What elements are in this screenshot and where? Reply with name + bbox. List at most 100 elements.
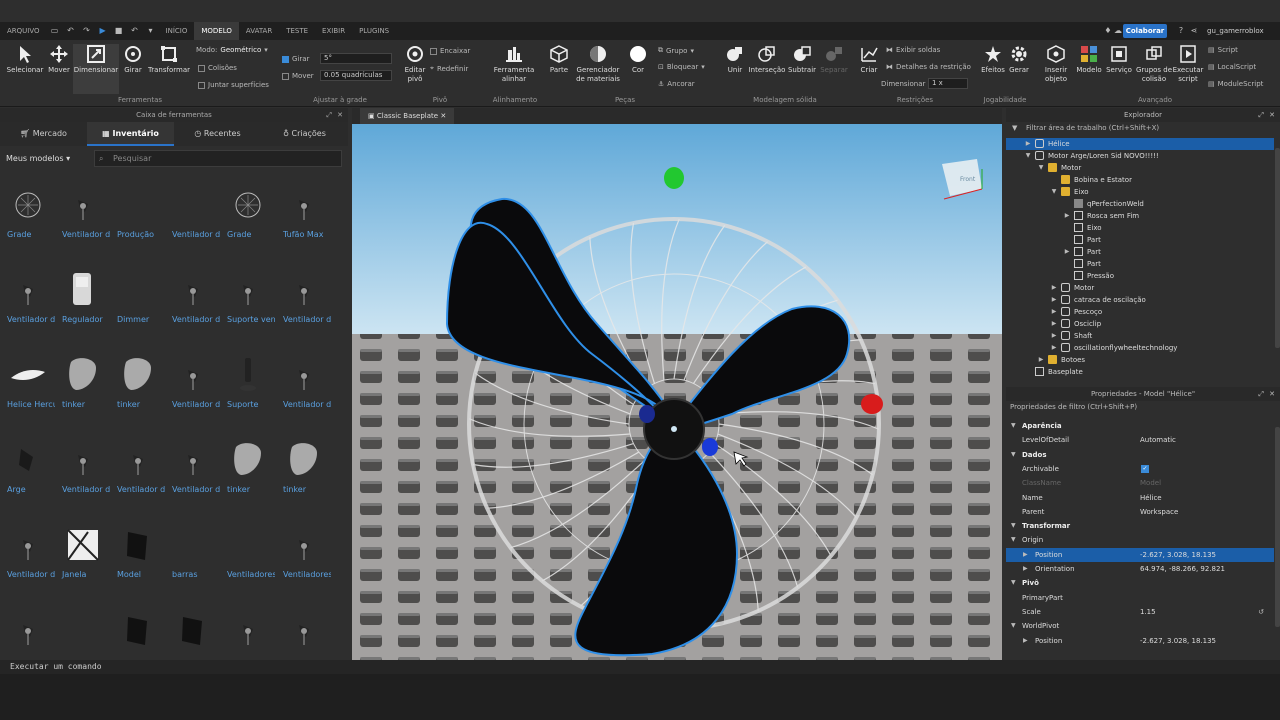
blue-axis-handle[interactable] xyxy=(702,438,718,456)
property-row[interactable]: ▶ Position -2.627, 3.028, 18.135 xyxy=(1006,547,1274,562)
toolbox-item[interactable]: Ventiladores de Parede-... xyxy=(276,518,331,603)
red-axis-handle[interactable] xyxy=(861,394,883,414)
lock-button[interactable]: ⊡ Bloquear ▾ xyxy=(658,63,705,71)
property-value[interactable]: 1.15 xyxy=(1140,605,1156,619)
command-bar[interactable]: Executar um comando xyxy=(0,660,1280,674)
close-icon[interactable]: ✕ xyxy=(337,108,343,122)
dock-icon[interactable]: ⤢ xyxy=(1258,108,1264,122)
toolbox-item[interactable]: Ventilador de Parede-... xyxy=(55,178,110,263)
explorer-row[interactable]: Bobina e Estator xyxy=(1006,174,1274,186)
show-welds-toggle[interactable]: ⧓ Exibir soldas xyxy=(886,46,940,54)
3d-viewport[interactable]: Front xyxy=(352,124,1002,660)
property-section[interactable]: ▼ Transformar xyxy=(1006,519,1274,533)
menu-teste[interactable]: TESTE xyxy=(279,22,315,40)
explorer-row[interactable]: ▶ Pescoço xyxy=(1006,306,1274,318)
explorer-filter-input[interactable]: ▼ Filtrar área de trabalho (Ctrl+Shift+X… xyxy=(1006,122,1280,135)
rotate-button[interactable]: Girar xyxy=(120,44,146,75)
material-manager-button[interactable]: Gerenciador de materiais xyxy=(572,44,624,84)
green-axis-handle[interactable] xyxy=(664,167,684,189)
toolbox-item[interactable]: Arge xyxy=(0,433,55,518)
explorer-row[interactable]: ▼ Eixo xyxy=(1006,186,1274,198)
pivot-reset-button[interactable]: ⌖ Redefinir xyxy=(430,64,468,73)
category-select[interactable]: Meus modelos ▾ xyxy=(6,154,86,163)
toolbox-item[interactable]: Regulador xyxy=(55,263,110,348)
chevron-right-icon[interactable]: ▶ xyxy=(1023,634,1028,648)
toolbox-item[interactable]: Ventilador de Parede-... xyxy=(55,433,110,518)
share-icon[interactable]: ⋖ xyxy=(1189,26,1199,36)
subtract-button[interactable]: Subtrair xyxy=(786,44,818,75)
toolbox-item[interactable]: barras xyxy=(165,518,220,603)
toolbox-item[interactable]: Ventilador de coluna-... xyxy=(276,348,331,433)
scale-button[interactable]: Dimensionar xyxy=(73,44,119,94)
toolbox-item[interactable]: Ventilador de Parede-... xyxy=(0,263,55,348)
chevron-down-icon[interactable]: ▼ xyxy=(1037,162,1045,174)
toolbox-item[interactable]: Ventiladores de Parede-... xyxy=(220,518,275,603)
property-value[interactable]: Workspace xyxy=(1140,505,1178,519)
property-section[interactable]: ▼ Aparência xyxy=(1006,419,1274,433)
property-value[interactable]: -2.627, 3.028, 18.135 xyxy=(1140,548,1216,562)
toolbox-item[interactable]: Ventilador de Parede-... xyxy=(276,263,331,348)
tab-recentes[interactable]: ◷ Recentes xyxy=(174,122,261,146)
chevron-right-icon[interactable]: ▶ xyxy=(1024,138,1032,150)
toolbox-item[interactable] xyxy=(165,603,220,660)
dock-icon[interactable]: ⤢ xyxy=(1258,387,1264,401)
chevron-right-icon[interactable]: ▶ xyxy=(1063,210,1071,222)
run-script-button[interactable]: Executar script xyxy=(1172,44,1204,84)
search-input[interactable]: ⌕ Pesquisar xyxy=(94,149,342,167)
join-surfaces-toggle[interactable]: Juntar superfícies xyxy=(198,81,269,89)
toolbox-item[interactable]: Ventilador de Parede-... xyxy=(165,263,220,348)
toolbox-item[interactable] xyxy=(0,603,55,660)
explorer-row[interactable]: ▶ Part xyxy=(1006,246,1274,258)
collision-groups-button[interactable]: Grupos de colisão xyxy=(1134,44,1174,84)
save-icon[interactable]: ▭ xyxy=(50,26,60,36)
property-row[interactable]: PrimaryPart xyxy=(1006,591,1274,605)
insert-object-button[interactable]: Inserir objeto xyxy=(1040,44,1072,84)
explorer-scrollbar[interactable] xyxy=(1275,148,1280,348)
snap-rotate-checkbox[interactable] xyxy=(282,55,289,63)
snap-move-checkbox[interactable] xyxy=(282,72,289,80)
toolbox-item[interactable]: Dimmer xyxy=(110,263,165,348)
intersect-button[interactable]: Interseção xyxy=(748,44,786,75)
select-button[interactable]: Selecionar xyxy=(6,44,44,75)
script-button[interactable]: ▤ Script xyxy=(1208,46,1238,54)
explorer-row[interactable]: ▶ Motor xyxy=(1006,282,1274,294)
model-button[interactable]: Modelo xyxy=(1075,44,1103,75)
explorer-row[interactable]: Pressão xyxy=(1006,270,1274,282)
chevron-down-icon[interactable]: ▼ xyxy=(1011,576,1016,590)
snap-rotate-field[interactable]: 5° xyxy=(320,53,392,64)
chevron-right-icon[interactable]: ▶ xyxy=(1037,354,1045,366)
chevron-down-icon[interactable]: ▼ xyxy=(1011,419,1016,433)
property-row[interactable]: ▶ Position -2.627, 3.028, 18.135 xyxy=(1006,634,1274,648)
move-button[interactable]: Mover xyxy=(44,44,74,75)
property-row[interactable]: ClassName Model xyxy=(1006,476,1274,490)
toolbox-item[interactable]: Ventilador de Parede-... xyxy=(165,433,220,518)
explorer-row[interactable]: ▼ Motor Arge/Loren Sid NOVO!!!!! xyxy=(1006,150,1274,162)
play-icon[interactable]: ▶ xyxy=(98,26,108,36)
explorer-row[interactable]: ▶ Hélice xyxy=(1006,138,1274,150)
tab-inventario[interactable]: ▦ Inventário xyxy=(87,122,174,146)
chevron-down-icon[interactable]: ▼ xyxy=(1024,150,1032,162)
chevron-down-icon[interactable]: ▼ xyxy=(1011,519,1016,533)
toolbox-item[interactable]: Model xyxy=(110,518,165,603)
chevron-down-icon[interactable]: ▼ xyxy=(1011,448,1016,462)
chevron-right-icon[interactable]: ▶ xyxy=(1050,330,1058,342)
chevron-down-icon[interactable]: ▾ xyxy=(146,26,156,36)
pivot-snap-toggle[interactable]: Encaixar xyxy=(430,47,470,55)
property-row[interactable]: ▶ Orientation 64.974, -88.266, 92.821 xyxy=(1006,562,1274,576)
properties-filter-input[interactable]: Propriedades de filtro (Ctrl+Shift+P) xyxy=(1006,401,1280,414)
constraint-scale-field[interactable]: 1 x xyxy=(928,78,968,89)
group-button[interactable]: ⧉ Grupo ▾ xyxy=(658,46,694,55)
archivable-checkbox[interactable]: ✓ xyxy=(1141,464,1149,473)
create-constraint-button[interactable]: Criar xyxy=(856,44,882,75)
property-value[interactable]: 64.974, -88.266, 92.821 xyxy=(1140,562,1225,576)
chevron-right-icon[interactable]: ▶ xyxy=(1050,318,1058,330)
modulescript-button[interactable]: ▤ ModuleScript xyxy=(1208,80,1263,88)
service-button[interactable]: Serviço xyxy=(1104,44,1134,75)
localscript-button[interactable]: ▤ LocalScript xyxy=(1208,63,1256,71)
place-tab[interactable]: ▣ Classic Baseplate ✕ xyxy=(360,108,455,124)
chevron-right-icon[interactable]: ▶ xyxy=(1050,282,1058,294)
pivot-snap-checkbox[interactable] xyxy=(430,47,437,55)
scene-render[interactable]: Front xyxy=(352,124,1002,660)
chevron-down-icon[interactable]: ▼ xyxy=(1011,619,1016,633)
tab-criacoes[interactable]: ♁ Criações xyxy=(261,122,348,146)
